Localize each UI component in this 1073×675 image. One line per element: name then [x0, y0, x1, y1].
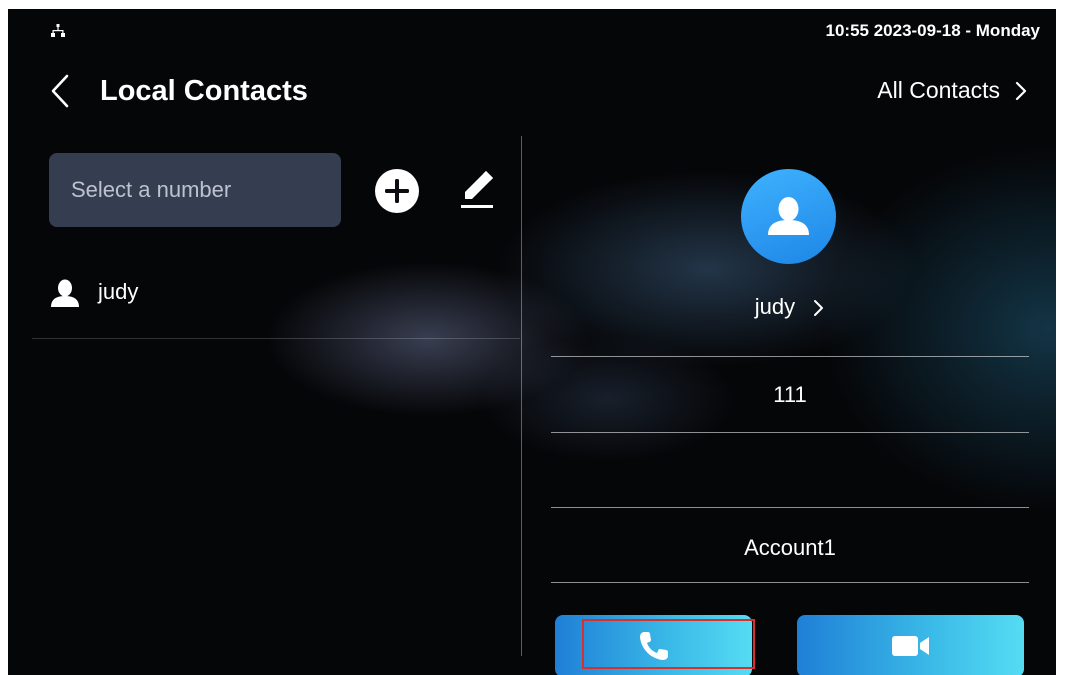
plus-circle-icon	[375, 169, 419, 213]
detail-separator	[551, 582, 1029, 583]
network-icon	[51, 24, 65, 37]
video-camera-icon	[891, 636, 929, 656]
person-icon	[768, 197, 809, 235]
all-contacts-label: All Contacts	[877, 77, 1000, 103]
audio-call-button[interactable]	[555, 615, 752, 675]
device-screen: 10:55 2023-09-18 - Monday Local Contacts…	[8, 9, 1056, 675]
detail-separator	[551, 507, 1029, 508]
detail-separator	[551, 356, 1029, 357]
detail-separator	[551, 432, 1029, 433]
all-contacts-link[interactable]: All Contacts	[877, 77, 1028, 104]
status-clock: 10:55 2023-09-18 - Monday	[825, 21, 1041, 40]
screenshot-frame: 10:55 2023-09-18 - Monday Local Contacts…	[0, 0, 1073, 675]
chevron-right-icon	[814, 300, 824, 317]
edit-contacts-button[interactable]	[457, 168, 497, 212]
contact-detail-name[interactable]: judy	[551, 294, 1029, 320]
detail-name-label: judy	[754, 294, 796, 319]
status-bar: 10:55 2023-09-18 - Monday	[8, 9, 1056, 45]
contact-avatar	[741, 169, 836, 264]
search-input[interactable]	[49, 153, 341, 227]
page-title: Local Contacts	[100, 75, 308, 107]
contact-name: judy	[98, 279, 139, 304]
add-contact-button[interactable]	[374, 168, 420, 214]
contact-list-item[interactable]: judy	[32, 264, 520, 339]
video-call-button[interactable]	[797, 615, 1024, 675]
chevron-right-icon	[1015, 81, 1027, 100]
contact-account: Account1	[744, 535, 836, 560]
phone-icon	[639, 632, 668, 660]
contact-list: judy	[32, 264, 520, 339]
back-button[interactable]	[45, 72, 75, 110]
panel-divider	[521, 136, 522, 656]
contact-number: 111	[773, 382, 807, 407]
chevron-left-icon	[51, 74, 69, 108]
pencil-icon	[461, 171, 493, 208]
person-icon	[51, 279, 79, 307]
